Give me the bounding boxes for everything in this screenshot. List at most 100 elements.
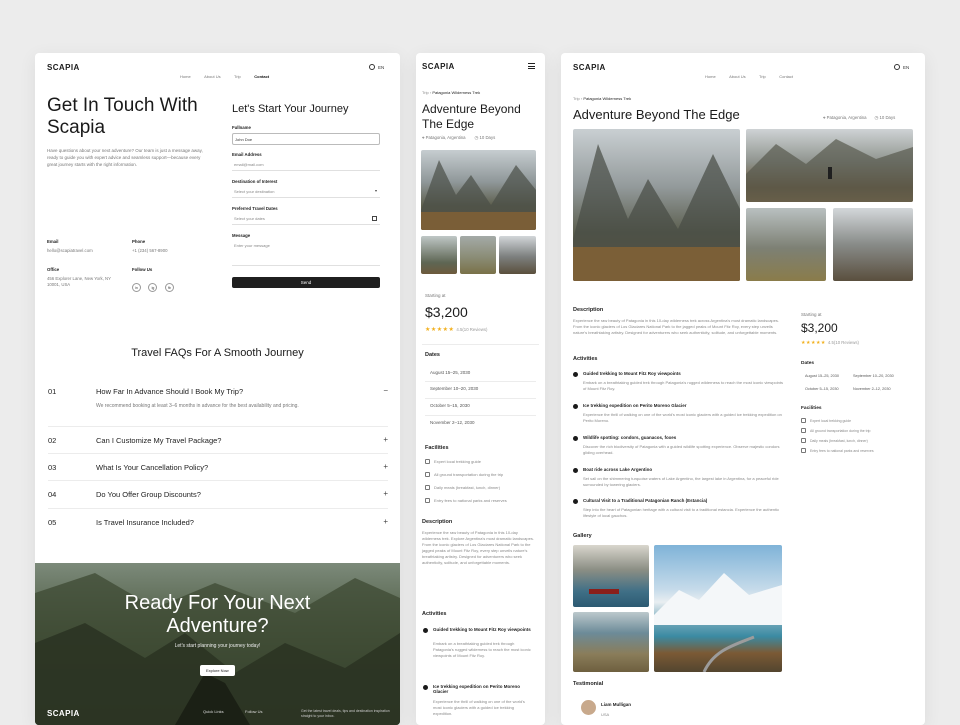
plus-icon[interactable]: + <box>383 489 388 498</box>
nav-about[interactable]: About Us <box>204 74 220 79</box>
ticket-icon <box>425 498 430 503</box>
date-option[interactable]: November 2–12, 2030 <box>430 420 475 425</box>
breadcrumb-current: Patagonia Wilderness Trek <box>583 96 632 101</box>
language-label: EN <box>903 64 910 70</box>
nav-trip[interactable]: Trip <box>759 74 766 79</box>
facility-item: Entry fees to national parks and reserve… <box>801 448 874 453</box>
date-option[interactable]: August 15–25, 2030 <box>805 374 839 378</box>
trip-photo-2[interactable] <box>746 129 913 202</box>
logo[interactable]: SCAPIA <box>47 63 80 72</box>
activity-description: Embark on a breathtaking guided trek thr… <box>583 380 783 391</box>
breadcrumb-root[interactable]: Trip <box>422 90 429 95</box>
minus-icon[interactable]: − <box>383 386 388 395</box>
meal-icon <box>801 438 806 443</box>
trip-photo-3[interactable] <box>746 208 826 281</box>
gallery-photo-2[interactable] <box>573 612 649 672</box>
date-option[interactable]: November 2–12, 2030 <box>853 387 891 391</box>
form-title: Let's Start Your Journey <box>232 103 349 115</box>
nav-contact[interactable]: Contact <box>779 74 793 79</box>
language-switch[interactable]: EN <box>369 64 384 70</box>
activity-title: Guided trekking to Mount Fitz Roy viewpo… <box>433 627 531 632</box>
cta-heading-line1: Ready For Your Next <box>124 592 311 614</box>
facility-text: All ground transportation during the tri… <box>810 428 871 433</box>
logo[interactable]: SCAPIA <box>573 63 606 72</box>
top-nav: Home About Us Trip Contact <box>180 65 278 83</box>
thumbnail-photo-2[interactable] <box>460 236 496 274</box>
email-value[interactable]: hello@scapiatravel.com <box>47 248 93 253</box>
menu-icon[interactable] <box>528 63 535 69</box>
date-option[interactable]: August 15–25, 2030 <box>430 370 470 375</box>
plus-icon[interactable]: + <box>383 517 388 526</box>
facebook-icon[interactable]: fb <box>164 283 174 292</box>
nav-trip[interactable]: Trip <box>234 74 241 79</box>
linkedin-icon[interactable]: in <box>132 283 141 292</box>
dates-input[interactable]: Select your dates <box>232 213 380 225</box>
send-button[interactable]: Send <box>232 277 380 288</box>
fullname-input[interactable]: John Doe <box>232 133 380 145</box>
boat-illustration <box>589 589 619 594</box>
starting-label: Starting at <box>801 312 822 317</box>
instagram-icon[interactable]: ig <box>148 283 158 292</box>
trip-meta: ⌖ Patagonia, Argentina ◷ 10 Days <box>823 115 895 121</box>
description-title: Description <box>573 307 604 313</box>
nav-home[interactable]: Home <box>705 74 716 79</box>
date-option[interactable]: September 10–20, 2030 <box>430 386 478 391</box>
trip-photo-4[interactable] <box>833 208 913 281</box>
nav-about[interactable]: About Us <box>729 74 745 79</box>
nav-contact[interactable]: Contact <box>254 74 269 79</box>
rating-stars: ★★★★★ 4.5(10 Reviews) <box>425 327 488 333</box>
price: $3,200 <box>801 321 838 335</box>
main-trip-photo[interactable] <box>421 150 536 230</box>
footer-logo[interactable]: SCAPIA <box>47 709 80 718</box>
date-option[interactable]: October 5–15, 2030 <box>430 403 470 408</box>
plus-icon[interactable]: + <box>383 462 388 471</box>
facility-item: All ground transportation during the tri… <box>425 472 503 477</box>
phone-label: Phone <box>132 239 146 244</box>
clock-icon: ◷ <box>474 135 479 140</box>
explore-button[interactable]: Explore Now <box>200 659 235 677</box>
bus-icon <box>801 428 806 433</box>
description-title: Description <box>422 519 453 525</box>
gallery-photo-3[interactable] <box>654 545 782 672</box>
faq-number: 01 <box>48 387 57 396</box>
phone-value[interactable]: +1 (234) 567-8900 <box>132 248 167 253</box>
faq-question: Do You Offer Group Discounts? <box>96 490 201 499</box>
plus-icon[interactable]: + <box>383 435 388 444</box>
bullet <box>573 499 578 504</box>
faq-number: 03 <box>48 463 57 472</box>
date-option[interactable]: September 10–20, 2030 <box>853 374 894 378</box>
duration: ◷ 10 Days <box>475 135 496 141</box>
ticket-icon <box>801 448 806 453</box>
logo[interactable]: SCAPIA <box>422 62 455 71</box>
snowy-mountain-illustration <box>654 573 782 672</box>
divider <box>48 426 388 427</box>
activity-title: Guided trekking to Mount Fitz Roy viewpo… <box>583 371 681 376</box>
meal-icon <box>425 485 430 490</box>
cta-subtext: Let's start planning your journey today! <box>174 643 261 649</box>
dates-title: Dates <box>425 352 440 358</box>
language-switch[interactable]: EN <box>894 64 909 70</box>
thumbnail-photo-1[interactable] <box>421 236 457 274</box>
message-label: Message <box>232 233 251 238</box>
testimonial-name: Liam Mulligan <box>601 702 632 707</box>
date-option[interactable]: October 5–15, 2030 <box>805 387 839 391</box>
intro-text: Have questions about your next adventure… <box>47 148 203 167</box>
activity-description: Step into the heart of Patagonian herita… <box>583 507 780 518</box>
destination-select[interactable]: Select your destination ▾ <box>232 186 380 198</box>
breadcrumb-root[interactable]: Trip <box>573 96 580 101</box>
thumbnail-photo-3[interactable] <box>499 236 536 274</box>
activity-title: Ice trekking expedition on Perito Moreno… <box>433 684 521 694</box>
bullet <box>573 468 578 473</box>
main-trip-photo[interactable] <box>573 129 740 281</box>
description-text: Experience the raw beauty of Patagonia i… <box>573 318 779 335</box>
activities-title: Activities <box>573 356 598 362</box>
guide-icon <box>801 418 806 423</box>
facility-item: Entry fees to national parks and reserve… <box>425 498 507 503</box>
breadcrumb: Trip › Patagonia Wilderness Trek <box>573 96 631 101</box>
activity-title: Wildlife spotting: condors, guanacos, fo… <box>583 435 677 440</box>
email-input[interactable]: email@mail.com <box>232 159 380 171</box>
message-textarea[interactable]: Enter your message <box>232 240 380 266</box>
nav-home[interactable]: Home <box>180 74 191 79</box>
gallery-photo-1[interactable] <box>573 545 649 607</box>
activities-title: Activities <box>422 611 447 617</box>
